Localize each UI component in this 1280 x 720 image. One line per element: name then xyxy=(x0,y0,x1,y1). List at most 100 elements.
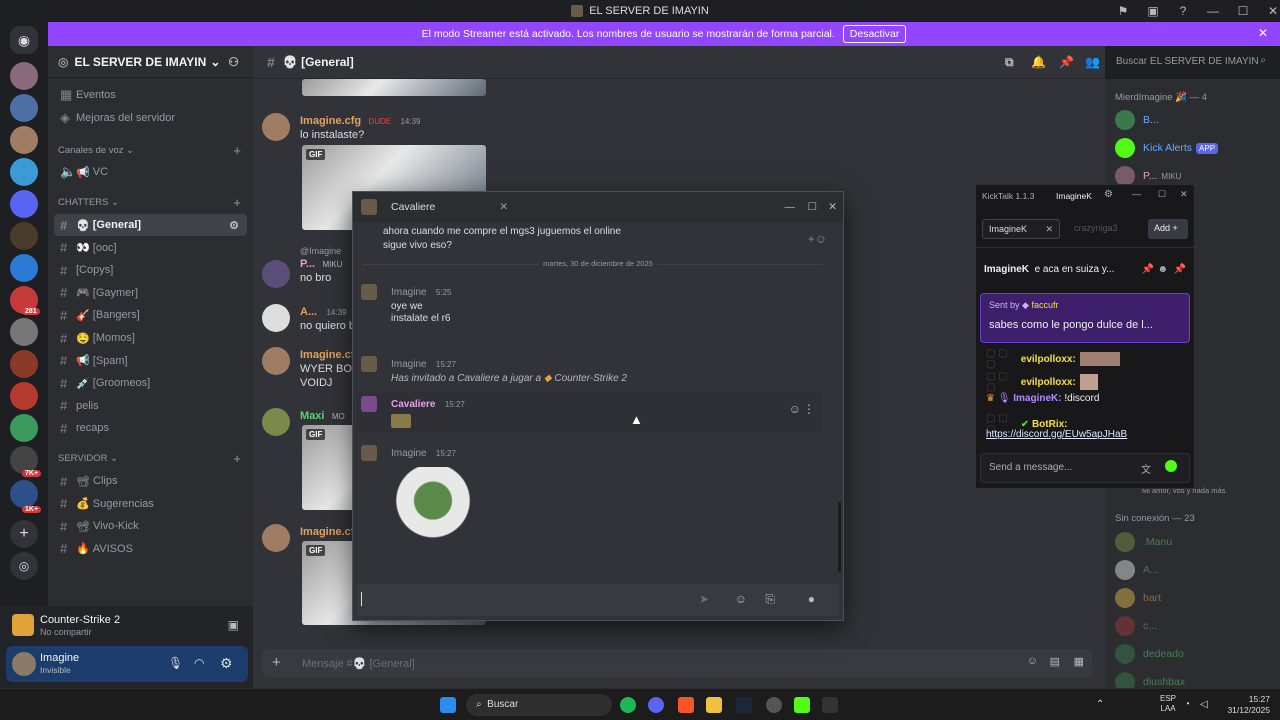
avatar[interactable] xyxy=(361,396,377,412)
search-input[interactable]: Buscar EL SERVER DE IMAYIN ⌕ xyxy=(1110,52,1272,72)
deactivate-button[interactable]: Desactivar xyxy=(842,25,907,43)
channel-tab[interactable]: crazyniga3 xyxy=(1074,223,1118,233)
message-author[interactable]: A... xyxy=(300,306,317,318)
add-attachment-icon[interactable]: + xyxy=(272,654,281,671)
add-reaction-icon[interactable]: +☺ xyxy=(808,232,827,246)
server-header[interactable]: ◎ EL SERVER DE IMAYIN ⌄ ⚇ xyxy=(48,46,253,78)
gif-image[interactable] xyxy=(302,79,486,96)
channel-sugerencias[interactable]: # 💰 Sugerencias xyxy=(48,492,253,515)
obs-icon[interactable] xyxy=(766,697,782,713)
avatar[interactable] xyxy=(361,445,377,461)
bell-icon[interactable]: 🔔 xyxy=(1031,55,1046,69)
member-item[interactable]: bart xyxy=(1115,588,1161,608)
help-icon[interactable]: ? xyxy=(1168,2,1198,20)
discord-home-icon[interactable]: ◉ xyxy=(10,26,38,54)
channel-bangers[interactable]: # 🎸 [Bangers] xyxy=(48,304,253,327)
server-icon[interactable] xyxy=(10,190,38,218)
pin-icon[interactable]: 📌 xyxy=(1142,264,1154,275)
message-author[interactable]: Imagine.cfg xyxy=(300,115,361,127)
channel-recaps[interactable]: # recaps xyxy=(48,417,253,440)
chat-link[interactable]: https://discord.gg/EUw5apJHaB xyxy=(986,429,1127,440)
avatar[interactable] xyxy=(12,652,36,676)
channel-vc[interactable]: 🔈 📢 VC xyxy=(48,161,253,184)
minimize-button[interactable]: — xyxy=(1132,189,1141,199)
discord-icon[interactable] xyxy=(648,697,664,713)
channel-boosts[interactable]: ◈ Mejoras del servidor xyxy=(48,107,253,130)
avatar[interactable] xyxy=(361,356,377,372)
emoji-icon[interactable]: ☺ xyxy=(735,592,747,606)
message-author[interactable]: Imagine xyxy=(391,448,427,459)
reply-card[interactable]: Sent by ◆ faccufr sabes como le pongo du… xyxy=(980,293,1190,343)
inbox-icon[interactable]: ⚑ xyxy=(1108,2,1138,20)
channel-vivo-kick[interactable]: # 📽 Vivo-Kick xyxy=(48,515,253,538)
server-folder-icon[interactable] xyxy=(10,480,38,508)
sticker-icon[interactable]: ▦ xyxy=(1074,655,1084,668)
chat-user[interactable]: evilpolloxx: xyxy=(1021,354,1076,365)
message-author[interactable]: Imagine xyxy=(391,359,427,370)
avatar[interactable] xyxy=(262,304,290,332)
more-options-icon[interactable]: ⋮ xyxy=(803,402,815,416)
channel-copys[interactable]: # [Copys] xyxy=(48,259,253,282)
maximize-button[interactable]: ☐ xyxy=(1158,189,1166,200)
member-item[interactable]: c... xyxy=(1115,616,1157,636)
avatar[interactable] xyxy=(361,284,377,300)
maximize-button[interactable]: ☐ xyxy=(808,201,817,213)
channel-general[interactable]: # 💀 [General] ⚙ xyxy=(54,213,247,237)
server-icon[interactable] xyxy=(10,158,38,186)
app-icon[interactable] xyxy=(822,697,838,713)
channel-momos[interactable]: # 🤤 [Momos] xyxy=(48,327,253,350)
category-voice[interactable]: Canales de voz ⌄ + xyxy=(48,139,253,161)
pin-icon[interactable]: 📌 xyxy=(1174,264,1186,275)
gear-icon[interactable]: ⚙ xyxy=(1104,189,1113,200)
channel-ooc[interactable]: # 👀 [ooc] xyxy=(48,236,253,259)
sticker-image[interactable] xyxy=(391,467,475,551)
invite-game[interactable]: Counter-Strike 2 xyxy=(554,373,627,384)
user-icon[interactable]: ☻ xyxy=(1157,264,1168,275)
server-icon[interactable] xyxy=(10,62,38,90)
language-indicator[interactable]: ESP LAA xyxy=(1160,694,1176,714)
chat-user[interactable]: evilpolloxx: xyxy=(1021,377,1076,388)
add-server-icon[interactable]: + xyxy=(10,520,38,548)
message-author[interactable]: Imagine xyxy=(391,287,427,298)
add-channel-icon[interactable]: + xyxy=(233,195,241,210)
avatar[interactable] xyxy=(262,408,290,436)
send-message-input[interactable]: Send a message... 文 xyxy=(980,453,1190,483)
add-reaction-icon[interactable]: ☺ xyxy=(789,402,801,416)
gear-icon[interactable]: ⚙ xyxy=(220,655,233,672)
channel-gaymer[interactable]: # 🎮 [Gaymer] xyxy=(48,282,253,305)
message-author[interactable]: Cavaliere xyxy=(391,399,435,410)
wifi-icon[interactable]: ◔ xyxy=(1184,699,1190,710)
server-icon[interactable] xyxy=(10,94,38,122)
taskbar-search[interactable]: ⌕ Buscar xyxy=(466,694,612,716)
server-icon[interactable] xyxy=(10,126,38,154)
pin-icon[interactable]: 📌 xyxy=(1059,55,1074,69)
attach-icon[interactable]: ⎘ xyxy=(765,592,775,607)
category-servidor[interactable]: SERVIDOR ⌄ + xyxy=(48,448,253,470)
member-item[interactable]: .Manu xyxy=(1115,532,1172,552)
threads-icon[interactable]: ⧉ xyxy=(1005,55,1014,70)
settings-icon[interactable]: ⚙ xyxy=(229,219,239,232)
kicktalk-user[interactable]: ImagineK xyxy=(1056,191,1092,201)
sticker-image[interactable] xyxy=(391,414,411,428)
brave-icon[interactable] xyxy=(678,697,694,713)
message-author[interactable]: P... xyxy=(300,258,315,270)
emote-picker-icon[interactable] xyxy=(1165,460,1177,472)
server-icon[interactable] xyxy=(10,318,38,346)
send-icon[interactable]: ➤ xyxy=(699,592,709,606)
message-input[interactable]: + Mensaje #💀 [General] ☺ ▤ ▦ xyxy=(262,649,1092,677)
avatar[interactable] xyxy=(262,113,290,141)
member-item[interactable]: dedeado xyxy=(1115,644,1184,664)
user-card[interactable]: Imagine Invisible 🎙 ◠ ⚙ xyxy=(6,646,248,682)
chat-user[interactable]: ImagineK: xyxy=(1013,393,1061,404)
add-channel-button[interactable]: Add + xyxy=(1148,219,1188,239)
close-banner-icon[interactable]: ✕ xyxy=(1258,26,1268,40)
add-channel-icon[interactable]: + xyxy=(233,143,241,158)
avatar[interactable] xyxy=(262,524,290,552)
pinned-message[interactable]: ImagineK e aca en suiza y... 📌 ☻ 📌 xyxy=(976,257,1194,281)
folder-icon[interactable] xyxy=(706,697,722,713)
reply-reference[interactable]: @Imagine xyxy=(300,246,342,256)
scrollbar[interactable] xyxy=(838,502,841,572)
message-author[interactable]: Maxi xyxy=(300,410,324,422)
channel-events[interactable]: ▦ Eventos xyxy=(48,84,253,107)
minimize-button[interactable]: — xyxy=(1198,2,1228,20)
